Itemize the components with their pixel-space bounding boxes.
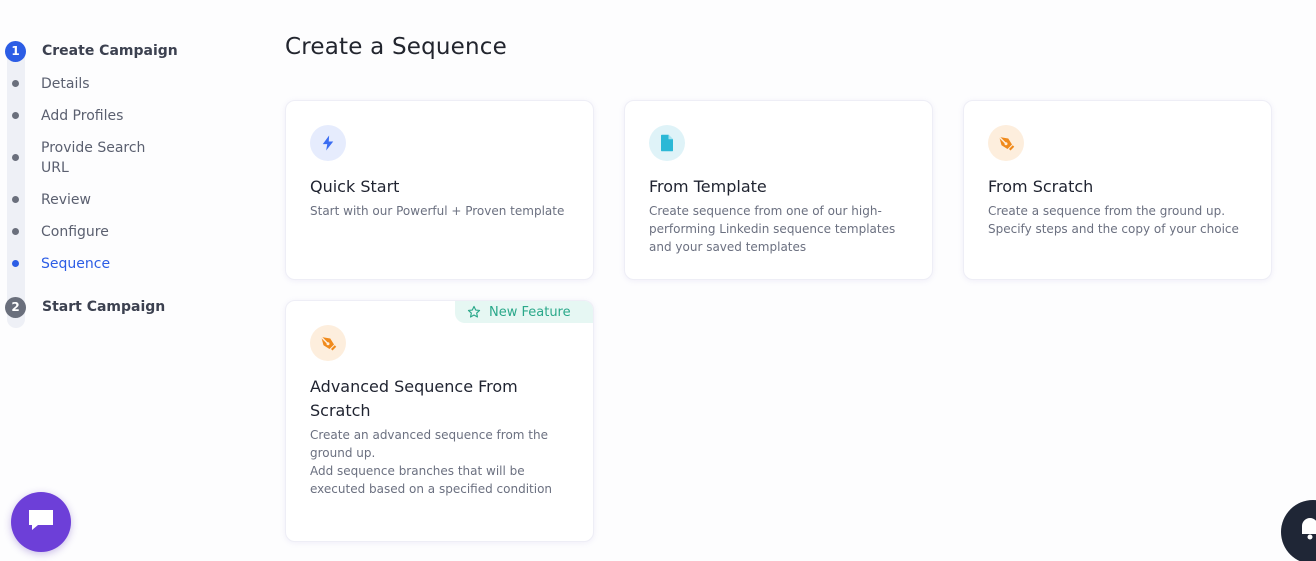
substep-dot bbox=[12, 112, 19, 119]
step-number-2: 2 bbox=[5, 296, 26, 318]
card-title: From Scratch bbox=[988, 177, 1094, 196]
substep-dot bbox=[12, 154, 19, 161]
card-description: Create a sequence from the ground up. Sp… bbox=[988, 204, 1239, 236]
new-feature-badge: New Feature bbox=[455, 301, 593, 323]
substep-dot bbox=[12, 228, 19, 235]
substep-label-active: Sequence bbox=[41, 256, 111, 272]
support-icon bbox=[1299, 516, 1316, 546]
substep-review[interactable]: Review bbox=[12, 190, 161, 210]
step-start-campaign[interactable]: 2 Start Campaign bbox=[5, 296, 165, 318]
substep-label: Details bbox=[41, 76, 90, 92]
card-title: Quick Start bbox=[310, 177, 400, 196]
substep-label: Add Profiles bbox=[41, 108, 124, 124]
step-number-1: 1 bbox=[5, 40, 26, 62]
card-description: Start with our Powerful + Proven templat… bbox=[310, 204, 565, 218]
card-description: Create an advanced sequence from the gro… bbox=[310, 426, 575, 498]
substep-add-profiles[interactable]: Add Profiles bbox=[12, 106, 161, 126]
advanced-sequence-card[interactable]: New Feature Advanced Sequence From Scrat… bbox=[285, 300, 594, 542]
chat-bubble-icon bbox=[26, 507, 56, 537]
step-create-campaign[interactable]: 1 Create Campaign bbox=[5, 40, 178, 62]
substep-sequence[interactable]: Sequence bbox=[12, 254, 161, 274]
from-scratch-card[interactable]: From Scratch Create a sequence from the … bbox=[963, 100, 1272, 280]
page-title: Create a Sequence bbox=[285, 34, 507, 60]
support-button[interactable] bbox=[1281, 500, 1316, 561]
pen-nib-icon bbox=[988, 125, 1024, 161]
substep-details[interactable]: Details bbox=[12, 74, 161, 94]
substep-label: Configure bbox=[41, 224, 109, 240]
step-title-create-campaign: Create Campaign bbox=[42, 43, 178, 59]
star-icon bbox=[467, 305, 481, 319]
card-description-line: Add sequence branches that will be execu… bbox=[310, 464, 553, 496]
chat-button[interactable] bbox=[11, 492, 71, 552]
quick-start-card[interactable]: Quick Start Start with our Powerful + Pr… bbox=[285, 100, 594, 280]
pen-nib-icon bbox=[310, 325, 346, 361]
card-description: Create sequence from one of our high-per… bbox=[649, 204, 896, 254]
card-title: Advanced Sequence From Scratch bbox=[310, 377, 518, 420]
card-title: From Template bbox=[649, 177, 767, 196]
document-icon bbox=[649, 125, 685, 161]
substep-dot-active bbox=[12, 260, 19, 267]
substep-dot bbox=[12, 196, 19, 203]
substep-configure[interactable]: Configure bbox=[12, 222, 161, 242]
substep-provide-search-url[interactable]: Provide Search URL bbox=[12, 138, 156, 178]
substep-dot bbox=[12, 80, 19, 87]
from-template-card[interactable]: From Template Create sequence from one o… bbox=[624, 100, 933, 280]
badge-label: New Feature bbox=[489, 304, 571, 320]
substep-label: Review bbox=[41, 192, 91, 208]
card-description-line: Create an advanced sequence from the gro… bbox=[310, 428, 548, 460]
lightning-icon bbox=[310, 125, 346, 161]
substep-label: Provide Search URL bbox=[41, 140, 146, 176]
step-title-start-campaign: Start Campaign bbox=[42, 299, 166, 315]
